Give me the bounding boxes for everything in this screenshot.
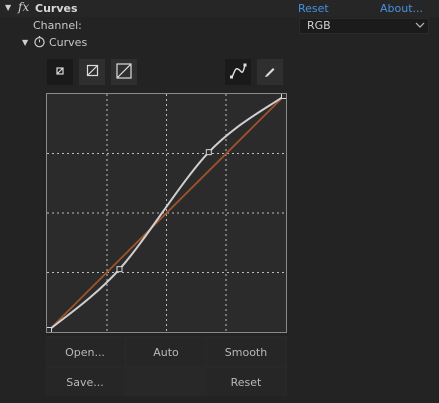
- effect-name: Curves: [35, 2, 78, 15]
- pencil-tool-button[interactable]: [257, 59, 283, 85]
- stopwatch-icon[interactable]: [33, 35, 46, 51]
- reset-curve-button[interactable]: Reset: [207, 368, 285, 396]
- curves-graph[interactable]: [46, 93, 287, 333]
- curve-control-point[interactable]: [205, 149, 212, 156]
- pencil-icon: [263, 64, 277, 81]
- bezier-curve-tool-button[interactable]: [225, 59, 251, 85]
- save-button[interactable]: Save...: [46, 368, 124, 396]
- fx-toggle-icon[interactable]: fx: [18, 0, 29, 14]
- graph-size-large-button[interactable]: [111, 59, 137, 85]
- graph-small-icon: [55, 66, 65, 79]
- channel-select[interactable]: RGB: [299, 18, 429, 34]
- bezier-curve-icon: [229, 63, 247, 82]
- graph-size-medium-button[interactable]: [79, 59, 105, 85]
- curve-control-point[interactable]: [281, 94, 287, 99]
- open-button[interactable]: Open...: [46, 338, 124, 366]
- graph-large-icon: [116, 62, 132, 82]
- smooth-button[interactable]: Smooth: [207, 338, 285, 366]
- graph-medium-icon: [86, 64, 99, 80]
- reset-link[interactable]: Reset: [298, 2, 329, 15]
- curves-group-label: Curves: [49, 36, 88, 49]
- graph-size-small-button[interactable]: [47, 59, 73, 85]
- auto-button[interactable]: Auto: [127, 338, 205, 366]
- about-link[interactable]: About...: [380, 2, 423, 15]
- curves-twirl-icon[interactable]: ▼: [22, 39, 28, 47]
- channel-label: Channel:: [33, 19, 82, 32]
- chevron-down-icon: [415, 19, 425, 34]
- curve-control-point[interactable]: [116, 266, 123, 273]
- curve-control-point[interactable]: [47, 327, 52, 333]
- channel-value: RGB: [307, 19, 331, 32]
- twirl-open-icon[interactable]: ▼: [5, 4, 11, 12]
